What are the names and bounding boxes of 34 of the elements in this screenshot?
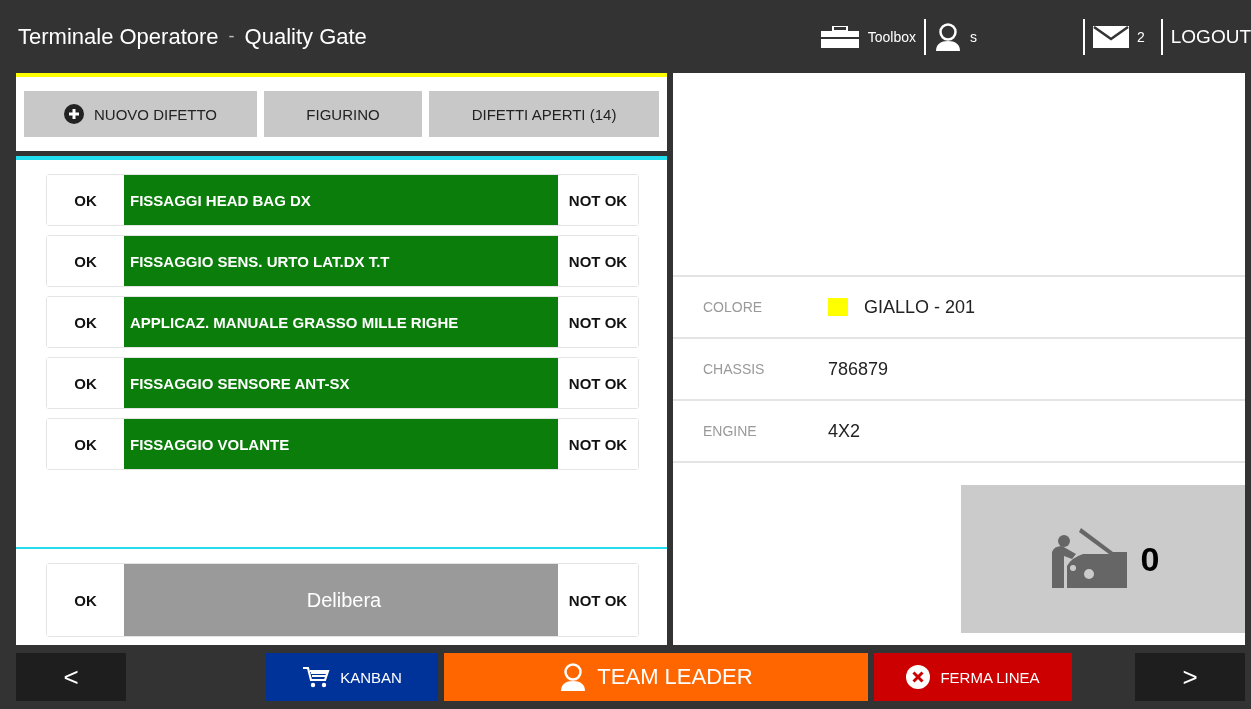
user-icon xyxy=(933,21,962,52)
action-button[interactable]: NUOVO DIFETTO xyxy=(24,91,257,137)
field-label: CHASSIS xyxy=(703,361,766,377)
field-value: GIALLO - 201 xyxy=(864,296,976,318)
check-item[interactable]: FISSAGGIO SENS. URTO LAT.DX T.T xyxy=(124,236,558,286)
field-label: COLORE xyxy=(703,299,764,315)
field-value: 786879 xyxy=(828,358,889,380)
field-value: 4X2 xyxy=(828,420,861,442)
mail-icon[interactable] xyxy=(1092,25,1129,48)
release-bar: Delibera xyxy=(124,564,558,636)
check-item[interactable]: FISSAGGI HEAD BAG DX xyxy=(124,175,558,225)
action-button[interactable]: DIFETTI APERTI (14) xyxy=(429,91,659,137)
station-name: Quality Gate xyxy=(244,23,367,50)
cart-icon xyxy=(302,666,331,688)
plus-icon xyxy=(63,104,84,124)
repair-count: 0 xyxy=(1140,539,1160,579)
user-name: s xyxy=(969,28,977,45)
logout-link[interactable]: LOGOUT xyxy=(1170,25,1251,48)
person-icon xyxy=(559,662,588,692)
toolbox-icon[interactable] xyxy=(819,25,860,48)
close-icon xyxy=(906,665,931,689)
field-label: ENGINE xyxy=(703,423,758,439)
back-button[interactable]: < xyxy=(16,653,126,701)
message-count: 2 xyxy=(1136,28,1145,45)
action-button[interactable]: FIGURINO xyxy=(264,91,422,137)
check-item[interactable]: APPLICAZ. MANUALE GRASSO MILLE RIGHE xyxy=(124,297,558,347)
toolbox-label[interactable]: Toolbox xyxy=(867,28,916,45)
check-item[interactable]: FISSAGGIO SENSORE ANT-SX xyxy=(124,358,558,408)
next-button[interactable]: > xyxy=(1135,653,1245,701)
app-title: Terminale Operatore xyxy=(18,23,219,50)
kanban-button[interactable]: KANBAN xyxy=(266,653,438,701)
title-separator: - xyxy=(228,26,235,47)
stop-line-button[interactable]: FERMA LINEA xyxy=(874,653,1072,701)
check-item[interactable]: FISSAGGIO VOLANTE xyxy=(124,419,558,469)
